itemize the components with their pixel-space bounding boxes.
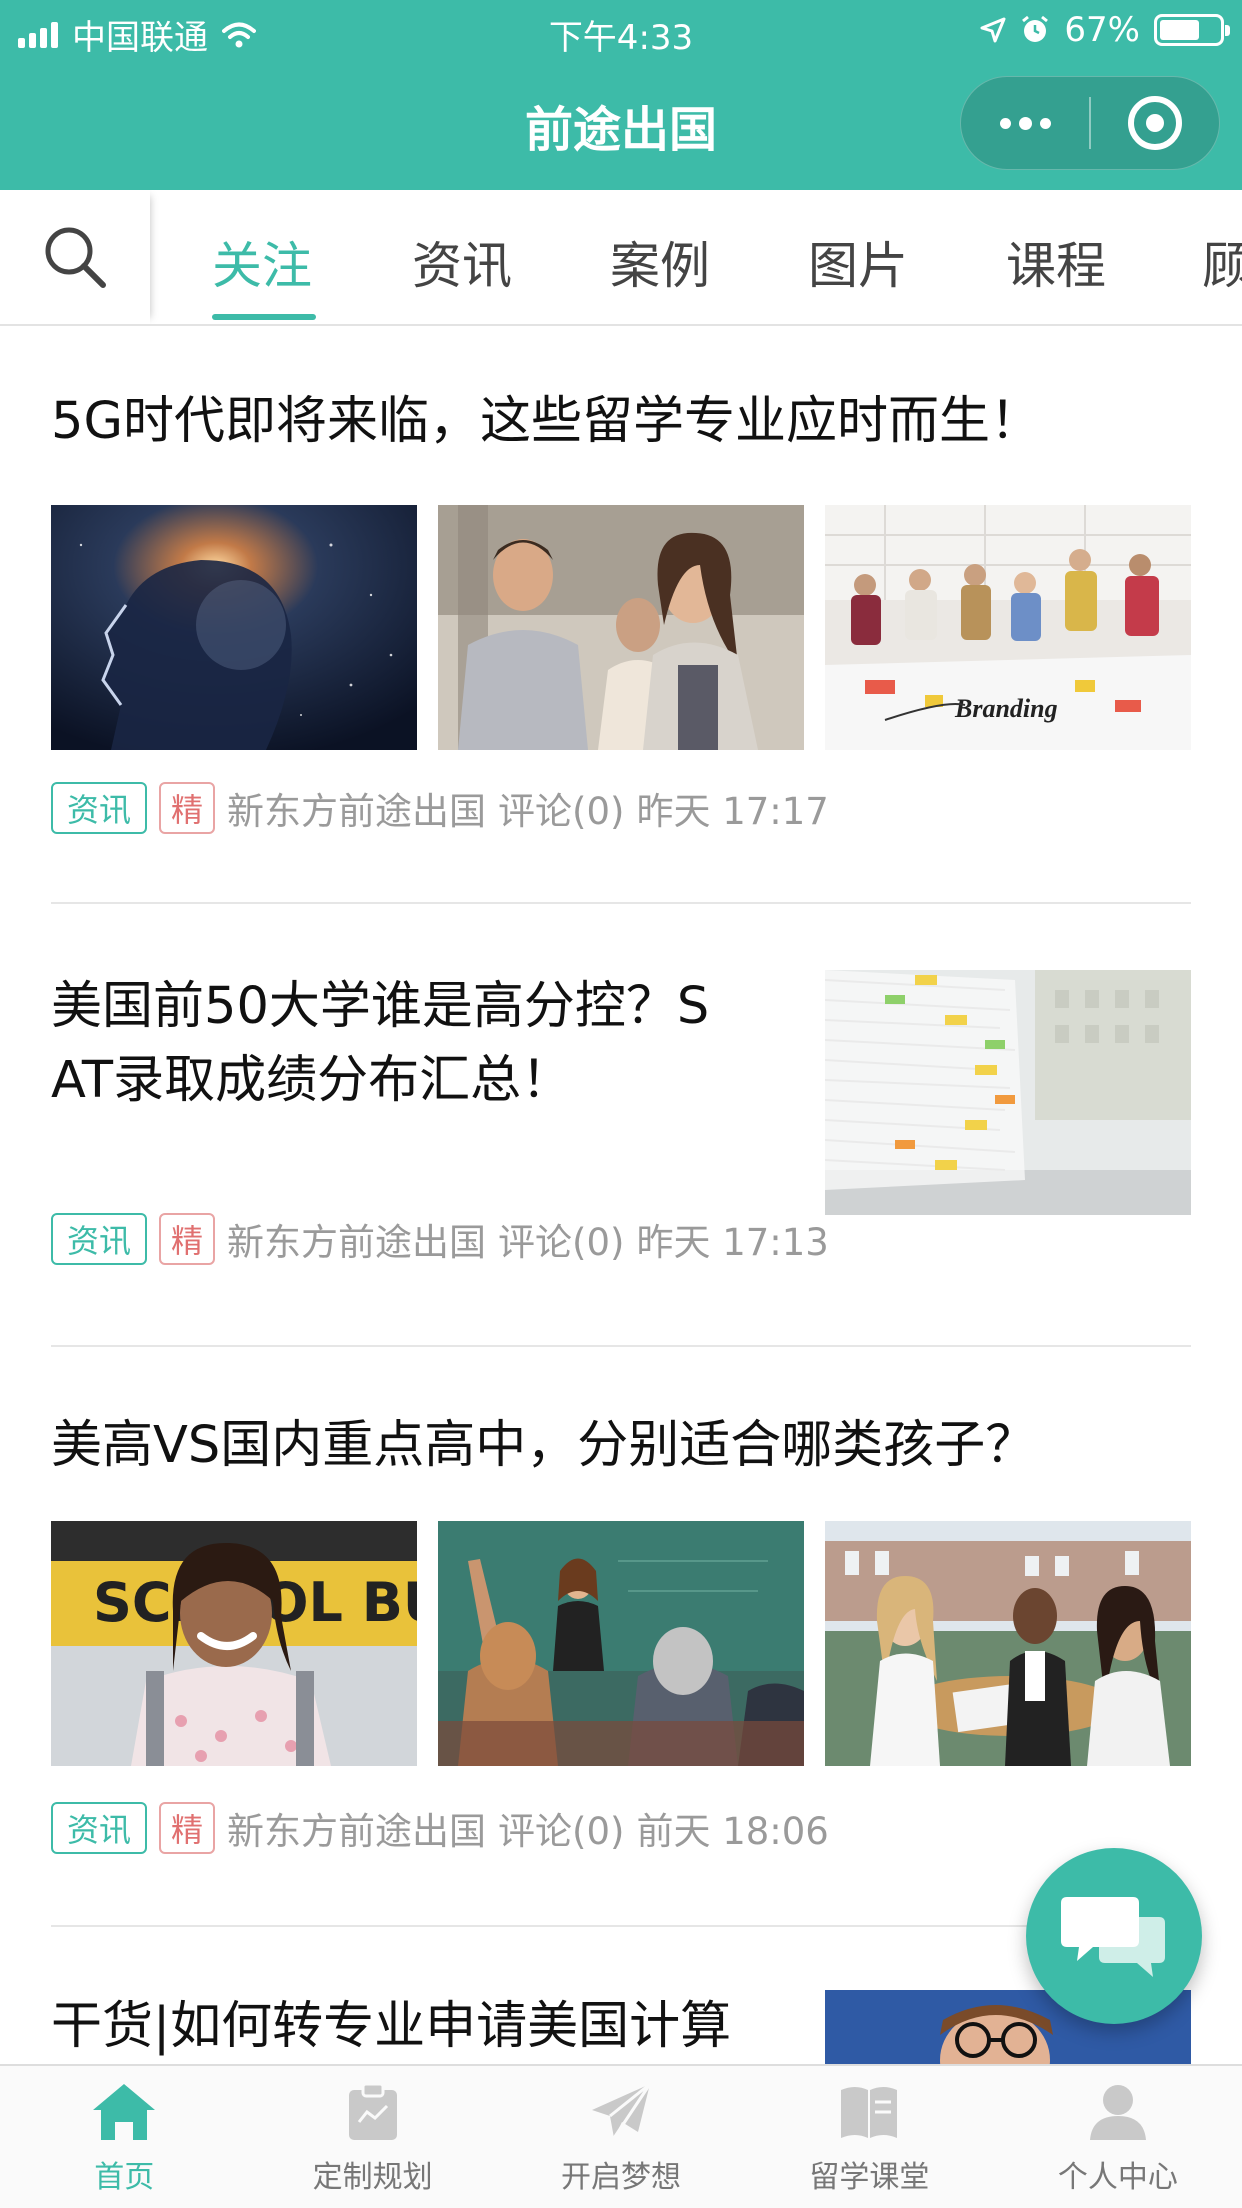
close-button[interactable] (1091, 77, 1219, 169)
classroom-image (438, 1521, 804, 1766)
person-icon (1089, 2085, 1146, 2140)
article-title: 5G时代即将来临，这些留学专业应时而生！ (51, 392, 1041, 451)
chat-bubbles-icon (1061, 1897, 1165, 1977)
search-button[interactable] (0, 190, 150, 324)
article-comments[interactable]: 评论(0) (498, 1801, 624, 1855)
article-card[interactable]: 干货|如何转专业申请美国计算 (51, 1990, 1191, 2064)
tab-news[interactable]: 资讯 (412, 226, 512, 298)
tab-consultant[interactable]: 顾 (1202, 226, 1242, 298)
category-tag: 资讯 (51, 1802, 148, 1854)
nav-custom-plan[interactable]: 定制规划 (248, 2066, 496, 2208)
chat-button[interactable] (1026, 1848, 1202, 2024)
article-card[interactable]: 美国前50大学谁是高分控？S AT录取成绩分布汇总！ 资讯 精 新东方前途出国 … (51, 970, 1191, 1265)
paper-plane-icon (592, 2082, 652, 2139)
divider (51, 1345, 1191, 1347)
mini-program-capsule (960, 76, 1220, 170)
nav-label: 开启梦想 (561, 2160, 682, 2195)
nav-study-class[interactable]: 留学课堂 (745, 2066, 993, 2208)
nav-label: 定制规划 (312, 2160, 433, 2195)
article-time: 昨天 17:13 (636, 1221, 829, 1264)
article-meta: 资讯 精 新东方前途出国 评论(0) 前天 18:06 (51, 1801, 829, 1855)
featured-tag: 精 (159, 782, 216, 834)
tab-courses[interactable]: 课程 (1006, 226, 1106, 298)
location-arrow-icon (980, 17, 1006, 43)
school-bus-girl-image: SCHOOL BUS (51, 1521, 417, 1766)
paper-stack-image (825, 970, 1191, 1215)
nav-label: 首页 (94, 2160, 155, 2195)
tab-follow[interactable]: 关注 (212, 226, 312, 298)
students-discussion-image (825, 1521, 1191, 1766)
target-close-icon (1128, 96, 1182, 150)
category-tabs: 关注 资讯 案例 图片 课程 顾 (0, 190, 1242, 326)
featured-tag: 精 (159, 1802, 216, 1854)
article-title: 美国前50大学谁是高分控？S AT录取成绩分布汇总！ (51, 970, 811, 1118)
status-bar: 中国联通 下午4:33 67% (0, 0, 1242, 62)
top-bar: 中国联通 下午4:33 67% 前途出国 (0, 0, 1242, 190)
featured-tag: 精 (159, 1213, 216, 1265)
article-time: 昨天 17:17 (636, 790, 829, 833)
article-source: 新东方前途出国 (227, 1810, 487, 1853)
article-title-line: AT录取成绩分布汇总！ (51, 1051, 573, 1110)
search-icon (45, 227, 106, 288)
article-title: 美高VS国内重点高中，分别适合哪类孩子？ (51, 1416, 1037, 1475)
article-meta: 资讯 精 新东方前途出国 评论(0) 昨天 17:17 (51, 781, 829, 835)
book-icon (841, 2087, 898, 2138)
category-tag: 资讯 (51, 782, 148, 834)
nav-start-dream[interactable]: 开启梦想 (497, 2066, 745, 2208)
home-icon (93, 2084, 156, 2140)
more-dots-icon (999, 116, 1051, 130)
alarm-icon (1022, 15, 1049, 42)
tab-cases[interactable]: 案例 (610, 226, 710, 298)
more-button[interactable] (961, 77, 1089, 169)
svg-text:Branding: Branding (954, 694, 1058, 723)
nav-label: 个人中心 (1057, 2160, 1178, 2195)
article-card[interactable]: 5G时代即将来临，这些留学专业应时而生！ Branding 资讯 精 新东方前途… (51, 385, 1191, 834)
article-source: 新东方前途出国 (227, 790, 487, 833)
clipboard-icon (348, 2082, 397, 2140)
article-card[interactable]: 美高VS国内重点高中，分别适合哪类孩子？ SCHOOL BUS (51, 1409, 1191, 1854)
students-smiling-image (438, 505, 804, 750)
divider (51, 1925, 1191, 1927)
category-tag: 资讯 (51, 1213, 148, 1265)
battery-icon (1154, 14, 1230, 46)
nav-profile[interactable]: 个人中心 (994, 2066, 1242, 2208)
article-meta: 资讯 精 新东方前途出国 评论(0) 昨天 17:13 (51, 1212, 829, 1266)
article-source: 新东方前途出国 (227, 1221, 487, 1264)
nav-home[interactable]: 首页 (0, 2066, 248, 2208)
article-time: 前天 18:06 (636, 1810, 829, 1853)
battery-fill (1160, 20, 1199, 40)
active-tab-indicator (212, 314, 316, 320)
nav-label: 留学课堂 (809, 2160, 930, 2195)
tab-images[interactable]: 图片 (808, 226, 908, 298)
article-comments[interactable]: 评论(0) (498, 781, 624, 835)
bottom-tab-bar: 首页 定制规划 开启梦想 留学课堂 个人中心 (0, 2064, 1242, 2208)
divider (51, 902, 1191, 904)
article-title-line: 美国前50大学谁是高分控？S (51, 977, 710, 1036)
cosmic-head-image (51, 505, 417, 750)
article-comments[interactable]: 评论(0) (498, 1212, 624, 1266)
branding-workshop-image: Branding (825, 505, 1191, 750)
article-thumbnails: SCHOOL BUS (51, 1521, 1191, 1766)
article-thumbnails: Branding (51, 505, 1191, 750)
battery-percent: 67% (1064, 10, 1140, 50)
app-bar: 前途出国 (0, 62, 1242, 190)
